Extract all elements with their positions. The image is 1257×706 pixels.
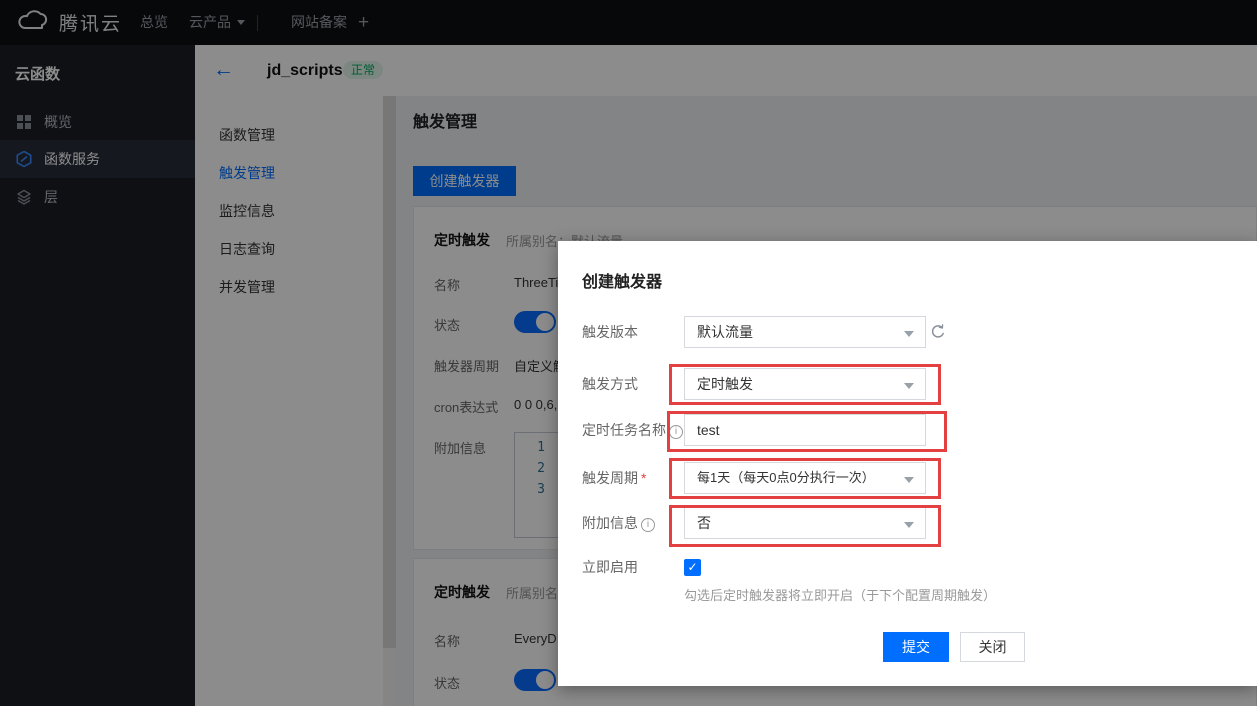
trigger-type-select[interactable]: 定时触发 [684,368,926,400]
trigger-period-label: 触发周期* [582,462,646,494]
info-icon[interactable]: i [669,425,683,439]
enable-helper-text: 勾选后定时触发器将立即开启（于下个配置周期触发） [684,585,996,604]
trigger-type-label: 触发方式 [582,368,638,400]
trigger-version-label: 触发版本 [582,316,638,348]
chevron-down-icon [904,522,914,528]
trigger-period-select[interactable]: 每1天（每天0点0分执行一次） [684,462,926,494]
modal-title: 创建触发器 [582,268,662,292]
task-name-input[interactable] [684,414,926,446]
refresh-icon[interactable] [930,324,946,340]
close-button[interactable]: 关闭 [960,632,1025,662]
create-trigger-modal: 创建触发器 触发版本 默认流量 触发方式 定时触发 定时任务名称i* 触发周期*… [558,241,1257,686]
chevron-down-icon [904,477,914,483]
task-name-label: 定时任务名称i* [582,414,691,446]
chevron-down-icon [904,331,914,337]
required-asterisk: * [641,470,646,486]
extra-info-label: 附加信息i [582,507,655,539]
trigger-version-select[interactable]: 默认流量 [684,316,926,348]
check-icon: ✓ [687,560,697,574]
submit-button[interactable]: 提交 [883,632,949,662]
enable-now-checkbox[interactable]: ✓ [684,559,701,576]
chevron-down-icon [904,383,914,389]
extra-info-select[interactable]: 否 [684,507,926,539]
info-icon[interactable]: i [641,518,655,532]
enable-now-label: 立即启用 [582,559,638,591]
